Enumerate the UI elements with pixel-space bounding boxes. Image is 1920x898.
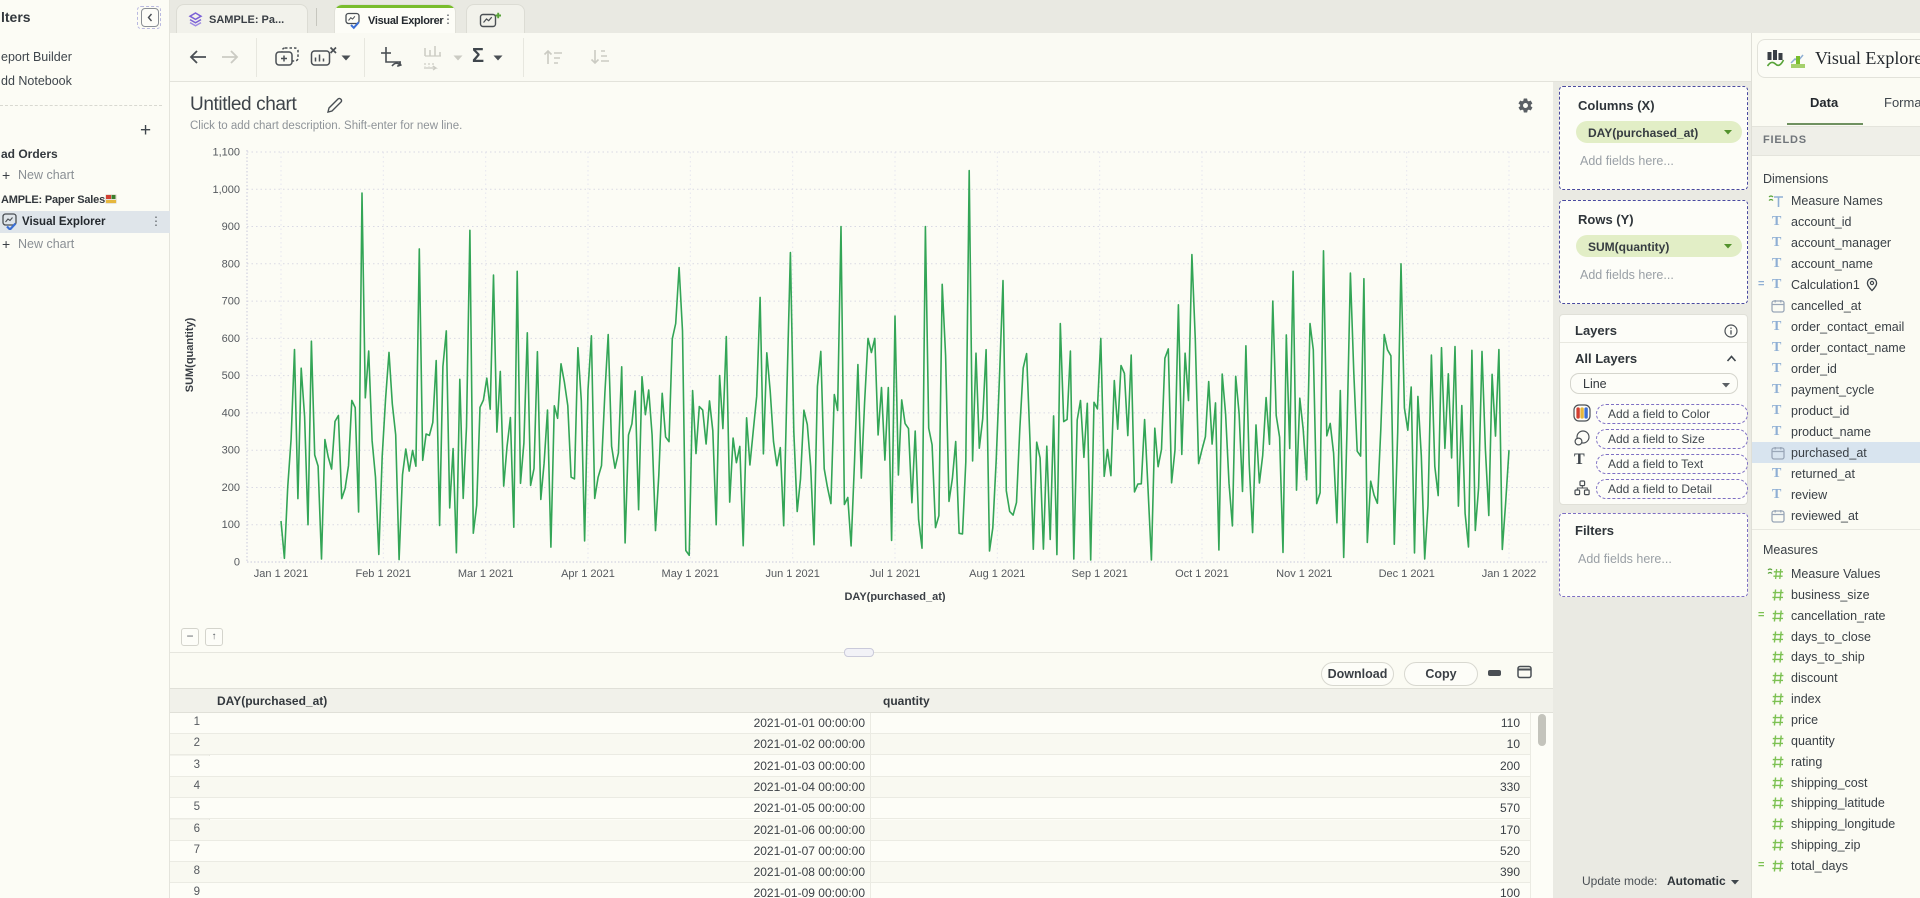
svg-text:800: 800 [222, 258, 240, 270]
svg-text:200: 200 [222, 482, 240, 494]
svg-text:Jun 1 2021: Jun 1 2021 [765, 568, 819, 580]
svg-text:500: 500 [222, 370, 240, 382]
svg-text:May 1 2021: May 1 2021 [662, 568, 719, 580]
svg-text:Sep 1 2021: Sep 1 2021 [1072, 568, 1128, 580]
svg-text:100: 100 [222, 519, 240, 531]
svg-text:Apr 1 2021: Apr 1 2021 [561, 568, 615, 580]
svg-text:600: 600 [222, 333, 240, 345]
svg-text:1,000: 1,000 [212, 184, 240, 196]
svg-text:Jul 1 2021: Jul 1 2021 [870, 568, 921, 580]
svg-text:Jan 1 2022: Jan 1 2022 [1482, 568, 1536, 580]
svg-text:300: 300 [222, 445, 240, 457]
svg-text:SUM(quantity): SUM(quantity) [184, 317, 196, 392]
svg-text:DAY(purchased_at): DAY(purchased_at) [844, 591, 945, 602]
svg-text:Aug 1 2021: Aug 1 2021 [969, 568, 1025, 580]
svg-text:1,100: 1,100 [212, 147, 240, 159]
svg-text:Mar 1 2021: Mar 1 2021 [458, 568, 514, 580]
svg-text:700: 700 [222, 296, 240, 308]
svg-text:0: 0 [234, 557, 240, 569]
svg-text:400: 400 [222, 407, 240, 419]
svg-text:Dec 1 2021: Dec 1 2021 [1379, 568, 1435, 580]
svg-text:900: 900 [222, 221, 240, 233]
svg-text:Oct 1 2021: Oct 1 2021 [1175, 568, 1229, 580]
svg-text:Feb 1 2021: Feb 1 2021 [355, 568, 411, 580]
svg-text:Jan 1 2021: Jan 1 2021 [254, 568, 308, 580]
svg-text:Nov 1 2021: Nov 1 2021 [1276, 568, 1332, 580]
